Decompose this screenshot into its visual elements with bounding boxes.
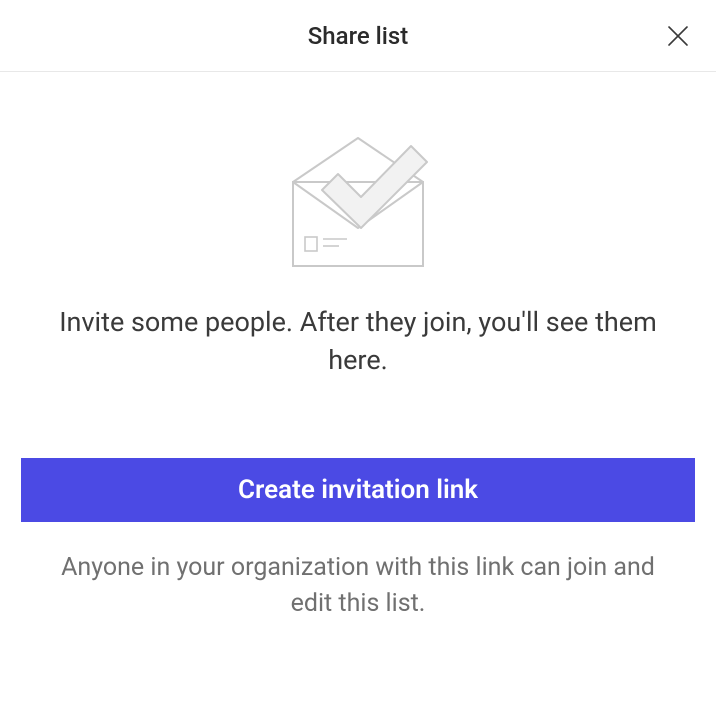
invite-message: Invite some people. After they join, you…: [48, 304, 668, 380]
dialog-header: Share list: [0, 0, 716, 72]
create-invitation-link-button[interactable]: Create invitation link: [21, 458, 695, 522]
envelope-check-illustration: [263, 114, 453, 274]
close-icon: [667, 25, 689, 47]
dialog-title: Share list: [308, 22, 408, 50]
envelope-check-icon: [263, 114, 453, 274]
dialog-content: Invite some people. After they join, you…: [0, 72, 716, 622]
close-button[interactable]: [664, 22, 692, 50]
create-button-label: Create invitation link: [238, 475, 478, 505]
link-permission-description: Anyone in your organization with this li…: [48, 550, 668, 623]
